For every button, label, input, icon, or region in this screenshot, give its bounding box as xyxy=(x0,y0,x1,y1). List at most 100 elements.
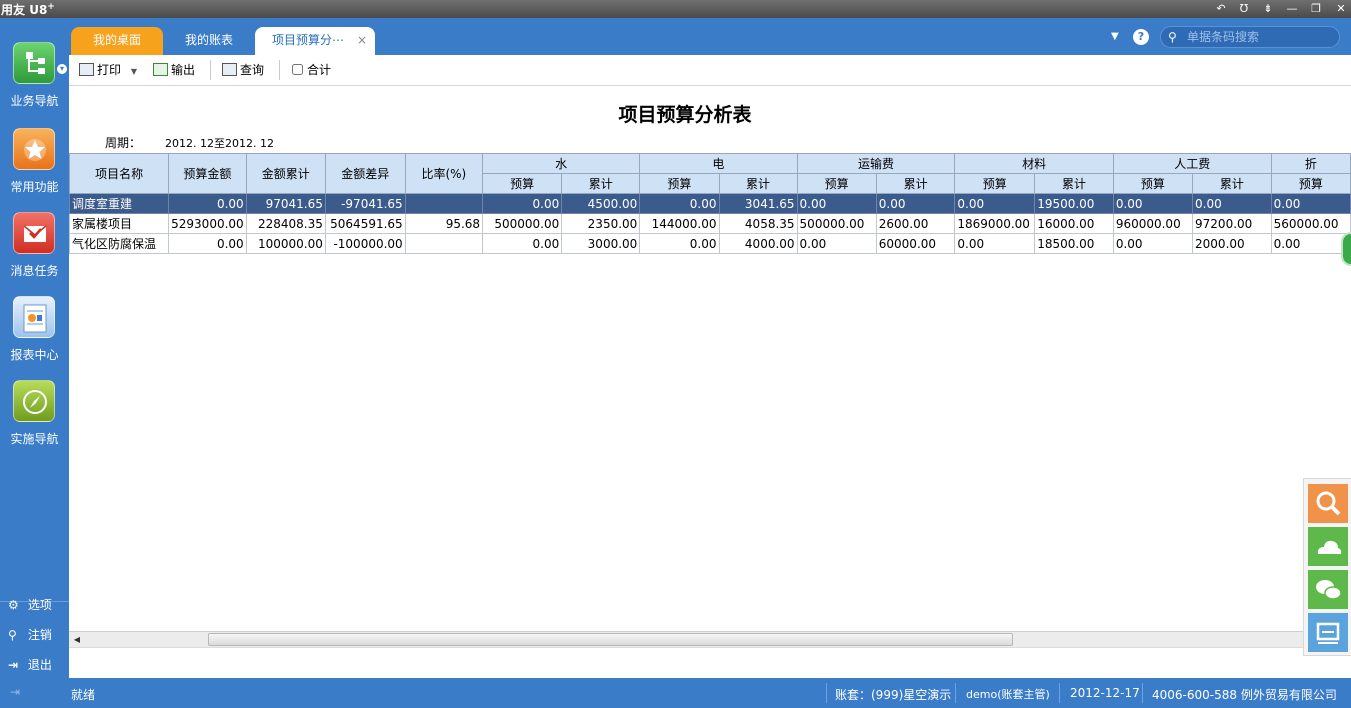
tab-my-ledger[interactable]: 我的账表 xyxy=(165,27,253,55)
cell-ratio[interactable] xyxy=(404,193,484,214)
column-header[interactable]: 项目名称 xyxy=(69,153,170,194)
cell-transport-cumulative[interactable]: 2600.00 xyxy=(875,213,956,234)
cell-labor-budget[interactable]: 0.00 xyxy=(1112,233,1194,254)
menu-icon[interactable]: ⇟ xyxy=(1259,1,1277,17)
column-header[interactable]: 累计 xyxy=(1192,173,1272,194)
column-header[interactable]: 累计 xyxy=(718,173,798,194)
cell-depreciation-budget[interactable]: 0.00 xyxy=(1270,193,1351,214)
cell-transport-budget[interactable]: 0.00 xyxy=(796,193,877,214)
total-checkbox[interactable]: 合计 xyxy=(292,61,331,79)
sidebar-option-logout[interactable]: ⚲ 注销 xyxy=(8,624,68,646)
cell-labor-budget[interactable]: 960000.00 xyxy=(1112,213,1194,234)
sidebar-item-messages[interactable]: 消息任务 xyxy=(0,212,69,292)
close-icon[interactable]: × xyxy=(357,27,367,53)
column-header[interactable]: 预算 xyxy=(639,173,720,194)
barcode-search[interactable]: ⚲ xyxy=(1160,26,1340,48)
column-header[interactable]: 预算 xyxy=(954,173,1036,194)
column-header[interactable]: 累计 xyxy=(561,173,641,194)
column-header[interactable]: 比率(%) xyxy=(404,153,484,194)
cell-name[interactable]: 家属楼项目 xyxy=(69,213,170,234)
cell-transport-budget[interactable]: 500000.00 xyxy=(796,213,877,234)
cell-budget[interactable]: 5293000.00 xyxy=(168,213,247,234)
cell-cumulative[interactable]: 100000.00 xyxy=(245,233,326,254)
cell-difference[interactable]: -97041.65 xyxy=(324,193,406,214)
cell-transport-cumulative[interactable]: 60000.00 xyxy=(875,233,956,254)
total-checkbox-input[interactable] xyxy=(292,64,303,75)
refresh-icon[interactable]: ↶ xyxy=(1212,1,1230,17)
cell-material-budget[interactable]: 0.00 xyxy=(954,233,1036,254)
cell-difference[interactable]: -100000.00 xyxy=(324,233,406,254)
cell-water-cumulative[interactable]: 2350.00 xyxy=(561,213,641,234)
column-header[interactable]: 预算金额 xyxy=(168,153,247,194)
column-header[interactable]: 预算 xyxy=(482,173,563,194)
cell-labor-budget[interactable]: 0.00 xyxy=(1112,193,1194,214)
cell-material-cumulative[interactable]: 16000.00 xyxy=(1034,213,1114,234)
cell-water-budget[interactable]: 0.00 xyxy=(482,233,563,254)
print-button[interactable]: 打印 ▼ xyxy=(79,61,137,79)
close-button[interactable]: ✕ xyxy=(1332,1,1350,17)
tab-my-desktop[interactable]: 我的桌面 xyxy=(71,27,163,55)
cell-material-cumulative[interactable]: 18500.00 xyxy=(1034,233,1114,254)
cell-transport-cumulative[interactable]: 0.00 xyxy=(875,193,956,214)
cell-water-budget[interactable]: 0.00 xyxy=(482,193,563,214)
cell-labor-cumulative[interactable]: 97200.00 xyxy=(1192,213,1272,234)
sidebar-item-report-center[interactable]: 报表中心 xyxy=(0,296,69,376)
cell-electric-budget[interactable]: 0.00 xyxy=(639,193,720,214)
cell-name[interactable]: 调度室重建 xyxy=(69,193,170,214)
cell-cumulative[interactable]: 228408.35 xyxy=(245,213,326,234)
table-row[interactable]: 家属楼项目 5293000.00 228408.35 5064591.65 95… xyxy=(69,213,1351,234)
cell-electric-cumulative[interactable]: 4000.00 xyxy=(718,233,798,254)
side-handle-icon[interactable] xyxy=(1341,232,1351,266)
cell-budget[interactable]: 0.00 xyxy=(168,233,247,254)
cell-material-budget[interactable]: 0.00 xyxy=(954,193,1036,214)
help-icon[interactable]: ? xyxy=(1133,29,1149,45)
query-button[interactable]: 查询 xyxy=(222,61,264,79)
cell-material-cumulative[interactable]: 19500.00 xyxy=(1034,193,1114,214)
column-header[interactable]: 金额累计 xyxy=(245,153,326,194)
search-icon[interactable] xyxy=(1308,484,1348,523)
cell-water-budget[interactable]: 500000.00 xyxy=(482,213,563,234)
column-header[interactable]: 预算 xyxy=(1270,173,1351,194)
logout-arrow-icon[interactable]: ⇥ xyxy=(10,685,20,699)
cell-material-budget[interactable]: 1869000.00 xyxy=(954,213,1036,234)
cell-water-cumulative[interactable]: 3000.00 xyxy=(561,233,641,254)
restore-button[interactable]: ❐ xyxy=(1307,1,1325,17)
export-button[interactable]: 输出 xyxy=(153,61,195,79)
horizontal-scrollbar[interactable]: ◀ xyxy=(69,631,1351,647)
sidebar-item-business-nav[interactable]: 业务导航 xyxy=(0,42,69,122)
cell-electric-cumulative[interactable]: 4058.35 xyxy=(718,213,798,234)
cell-cumulative[interactable]: 97041.65 xyxy=(245,193,326,214)
column-header[interactable]: 金额差异 xyxy=(324,153,406,194)
scroll-left-icon[interactable]: ◀ xyxy=(71,634,83,646)
cell-water-cumulative[interactable]: 4500.00 xyxy=(561,193,641,214)
minimize-button[interactable]: — xyxy=(1283,1,1301,17)
sidebar-option-settings[interactable]: ⚙ 选项 xyxy=(8,594,68,616)
cell-labor-cumulative[interactable]: 0.00 xyxy=(1192,193,1272,214)
search-input[interactable] xyxy=(1187,29,1335,45)
table-row[interactable]: 调度室重建 0.00 97041.65 -97041.65 0.00 4500.… xyxy=(69,193,1351,214)
cloud-icon[interactable] xyxy=(1308,527,1348,566)
cell-electric-cumulative[interactable]: 3041.65 xyxy=(718,193,798,214)
column-header[interactable]: 预算 xyxy=(796,173,877,194)
chevron-down-icon[interactable]: ▼ xyxy=(131,67,137,76)
u-logo-icon[interactable]: Ʊ xyxy=(1235,1,1253,17)
cell-depreciation-budget[interactable]: 560000.00 xyxy=(1270,213,1351,234)
cell-difference[interactable]: 5064591.65 xyxy=(324,213,406,234)
cell-ratio[interactable] xyxy=(404,233,484,254)
tab-project-budget-report[interactable]: 项目预算分⋯ × xyxy=(255,27,375,55)
cell-labor-cumulative[interactable]: 2000.00 xyxy=(1192,233,1272,254)
feedback-icon[interactable] xyxy=(1308,613,1348,652)
column-header[interactable]: 累计 xyxy=(875,173,956,194)
cell-transport-budget[interactable]: 0.00 xyxy=(796,233,877,254)
scrollbar-thumb[interactable] xyxy=(208,633,1013,646)
column-header[interactable]: 累计 xyxy=(1034,173,1114,194)
chat-icon[interactable] xyxy=(1308,570,1348,609)
cell-ratio[interactable]: 95.68 xyxy=(404,213,484,234)
chevron-down-icon[interactable]: ▼ xyxy=(1111,31,1119,42)
cell-electric-budget[interactable]: 0.00 xyxy=(639,233,720,254)
cell-name[interactable]: 气化区防腐保温 xyxy=(69,233,170,254)
cell-electric-budget[interactable]: 144000.00 xyxy=(639,213,720,234)
column-header[interactable]: 预算 xyxy=(1112,173,1194,194)
cell-budget[interactable]: 0.00 xyxy=(168,193,247,214)
sidebar-item-favorites[interactable]: 常用功能 xyxy=(0,128,69,208)
